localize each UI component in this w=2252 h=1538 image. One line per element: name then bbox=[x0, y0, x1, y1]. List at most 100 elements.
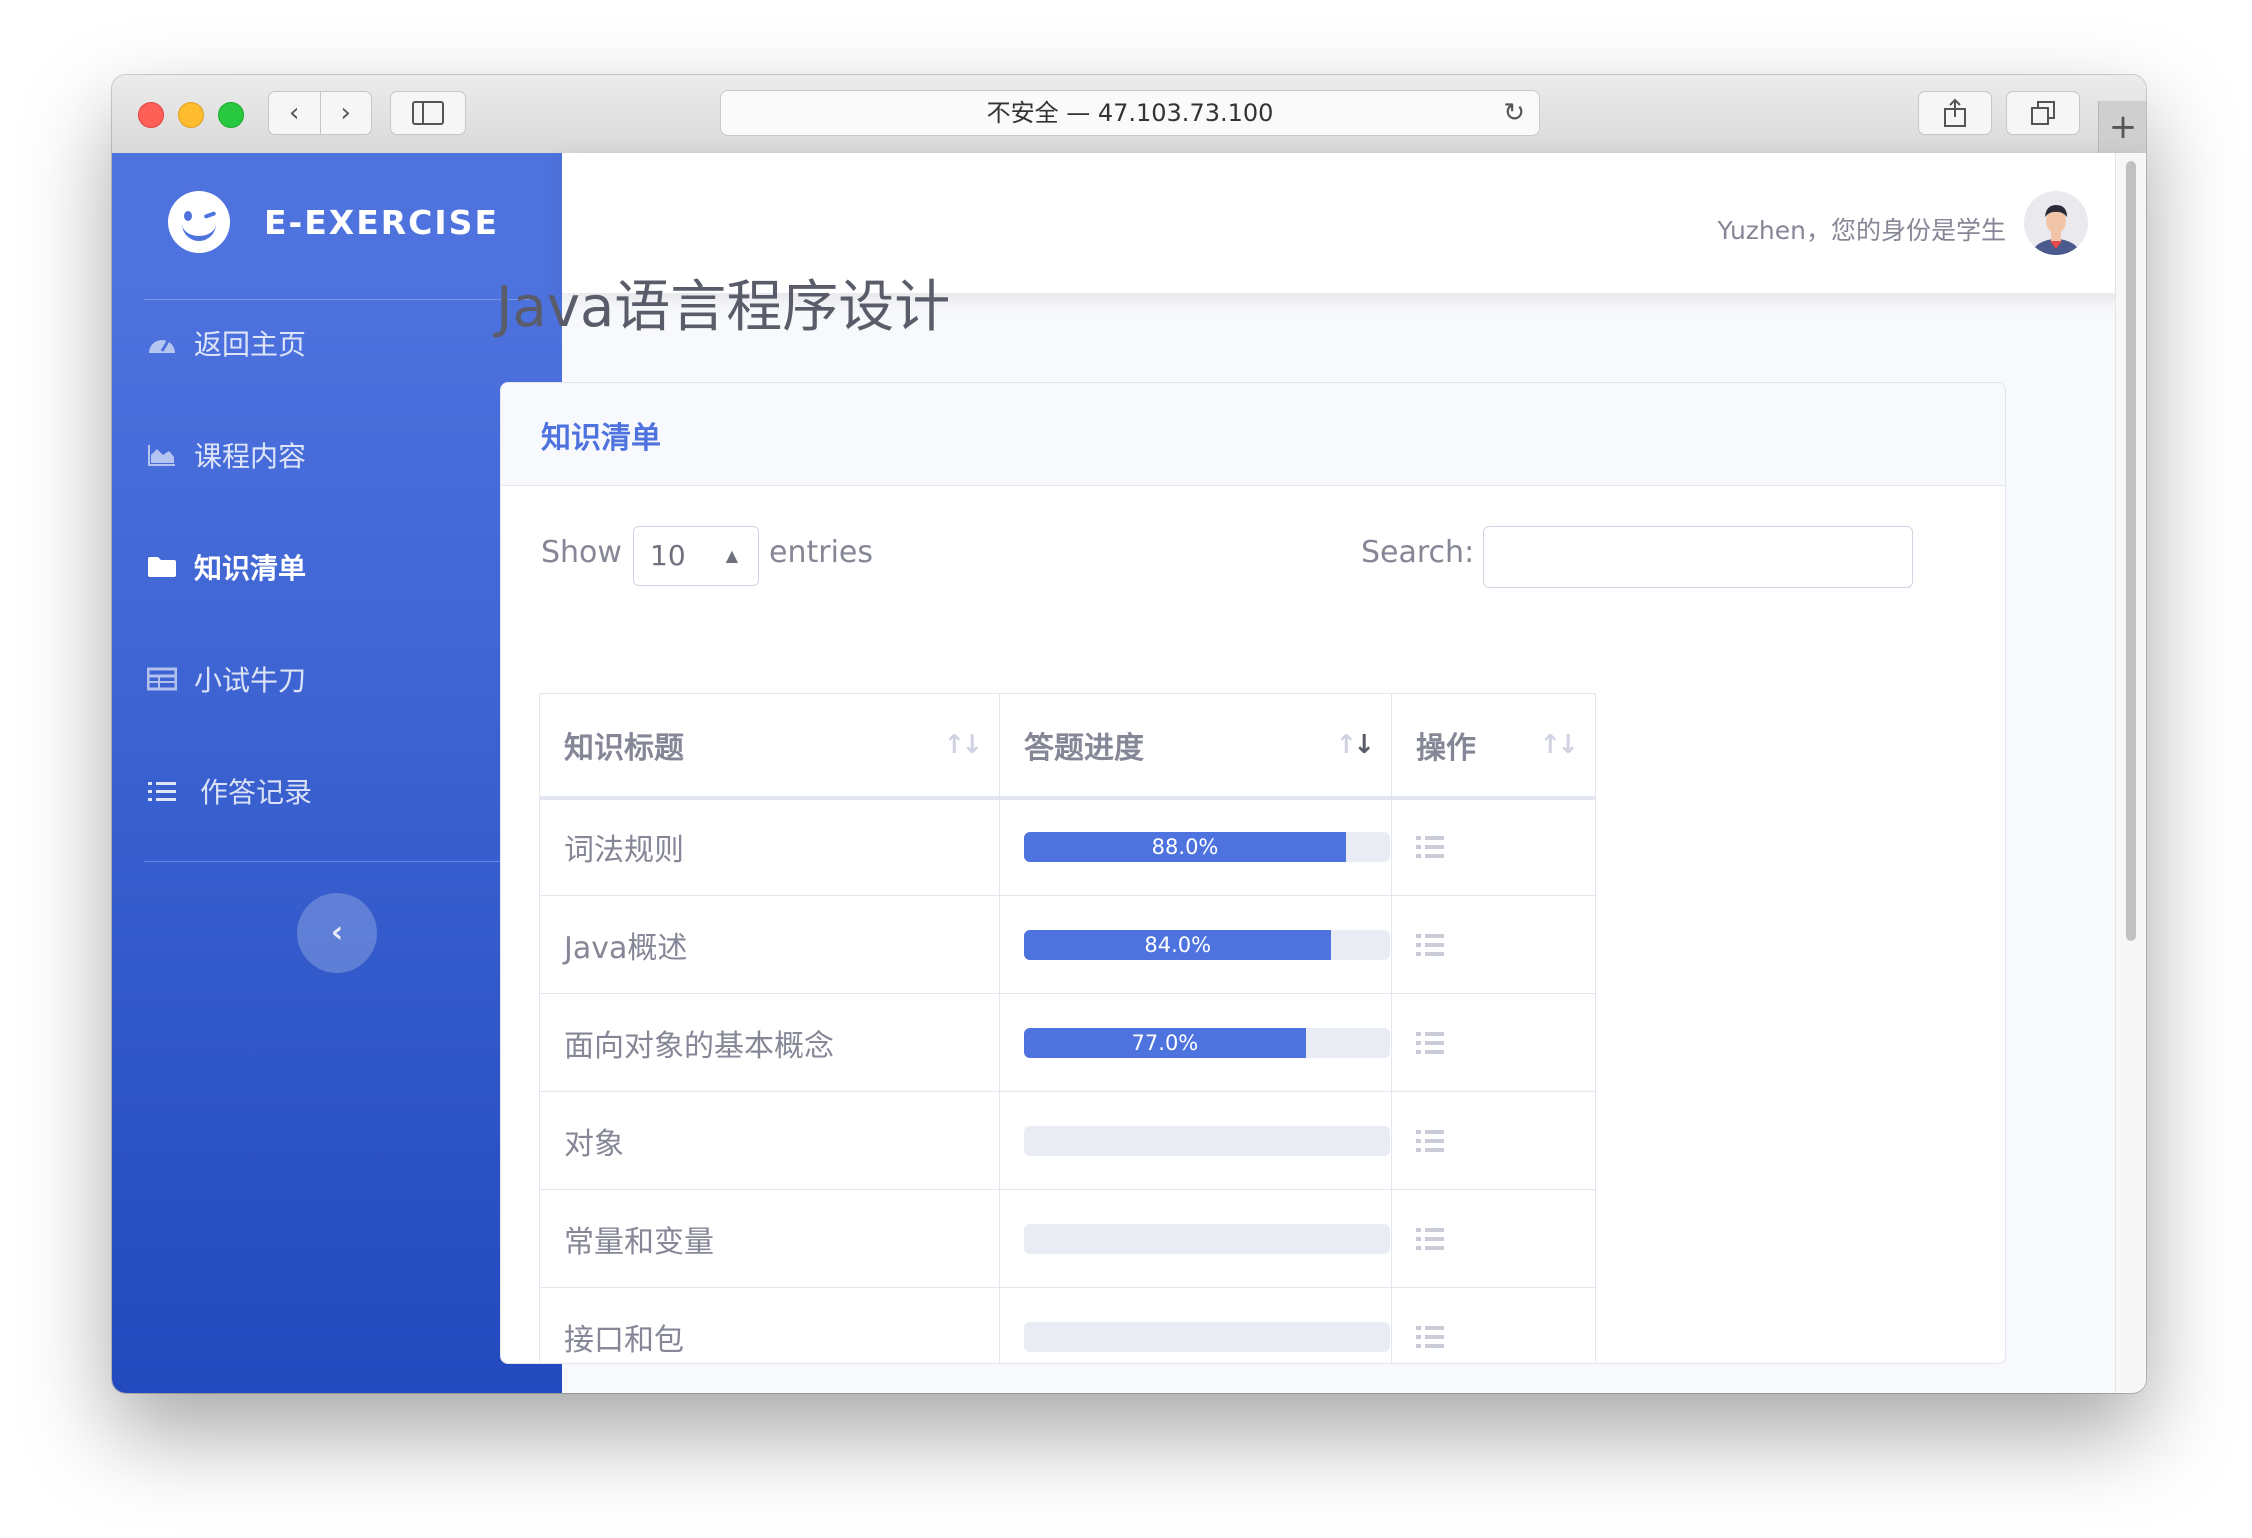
knowledge-table: 知识标题 ↑↓ 答题进度 ↑↓ 操作 ↑↓ 词法规则 88.0% Java概述 84.… bbox=[539, 693, 1596, 1363]
knowledge-title-cell: 面向对象的基本概念 bbox=[539, 993, 1000, 1092]
sort-icon: ↑↓ bbox=[1539, 730, 1579, 760]
table-row: 常量和变量 bbox=[539, 1189, 1596, 1288]
progress-cell bbox=[999, 1091, 1392, 1190]
progress-fill: 88.0% bbox=[1024, 832, 1347, 863]
user-greeting[interactable]: Yuzhen，您的身份是学生 bbox=[1718, 211, 2006, 247]
sidebar-item-label: 作答记录 bbox=[200, 776, 313, 809]
entries-label: entries bbox=[769, 535, 873, 570]
progress-fill: 84.0% bbox=[1024, 929, 1332, 960]
table-icon bbox=[146, 665, 178, 693]
show-sidebar-button[interactable] bbox=[390, 91, 466, 135]
progress-bar: 84.0% bbox=[1024, 929, 1390, 960]
progress-cell bbox=[999, 1287, 1392, 1363]
zoom-window-button[interactable] bbox=[218, 102, 244, 128]
user-avatar-icon bbox=[2032, 205, 2080, 255]
knowledge-title-cell: 接口和包 bbox=[539, 1287, 1000, 1363]
knowledge-title-cell: 对象 bbox=[539, 1091, 1000, 1190]
column-header-progress[interactable]: 答题进度 ↑↓ bbox=[999, 693, 1392, 800]
sidebar-collapse-button[interactable]: ‹ bbox=[297, 893, 377, 973]
details-list-icon[interactable] bbox=[1416, 1129, 1444, 1152]
brand-name: E-EXERCISE bbox=[264, 202, 499, 242]
minimize-window-button[interactable] bbox=[178, 102, 204, 128]
share-icon bbox=[1944, 98, 1966, 127]
progress-cell: 84.0% bbox=[999, 895, 1392, 994]
area-chart-icon bbox=[146, 441, 178, 469]
sort-icon: ↑↓ bbox=[943, 730, 983, 760]
sidebar-item-label: 返回主页 bbox=[194, 328, 307, 361]
avatar[interactable] bbox=[2024, 191, 2088, 255]
actions-cell bbox=[1391, 993, 1596, 1092]
share-button[interactable] bbox=[1918, 91, 1992, 135]
sidebar-item-label: 课程内容 bbox=[194, 440, 307, 473]
progress-bar bbox=[1024, 1321, 1390, 1352]
column-header-title[interactable]: 知识标题 ↑↓ bbox=[539, 693, 1000, 800]
reload-icon[interactable]: ↻ bbox=[1503, 91, 1525, 135]
details-list-icon[interactable] bbox=[1416, 1325, 1444, 1348]
card-title: 知识清单 bbox=[541, 421, 661, 456]
history-nav: ‹ › bbox=[268, 91, 372, 135]
page-scrollbar[interactable] bbox=[2115, 153, 2146, 1393]
address-bar[interactable]: 不安全 — 47.103.73.100 ↻ bbox=[720, 90, 1540, 136]
folder-icon bbox=[146, 553, 178, 581]
table-row: Java概述 84.0% bbox=[539, 895, 1596, 994]
knowledge-title-cell: Java概述 bbox=[539, 895, 1000, 994]
url-text: 不安全 — 47.103.73.100 bbox=[986, 99, 1274, 127]
progress-bar bbox=[1024, 1223, 1390, 1254]
close-window-button[interactable] bbox=[138, 102, 164, 128]
actions-cell bbox=[1391, 1287, 1596, 1363]
progress-bar: 77.0% bbox=[1024, 1027, 1390, 1058]
progress-bar: 88.0% bbox=[1024, 832, 1390, 863]
sidebar-item-home[interactable]: 返回主页 bbox=[146, 303, 306, 383]
progress-cell: 88.0% bbox=[999, 797, 1392, 896]
sidebar-item-answer-records[interactable]: 作答记录 bbox=[146, 751, 312, 831]
column-header-actions[interactable]: 操作 ↑↓ bbox=[1391, 693, 1596, 800]
search-label: Search: bbox=[1361, 535, 1475, 570]
table-row: 面向对象的基本概念 77.0% bbox=[539, 993, 1596, 1092]
new-tab-button[interactable]: + bbox=[2098, 101, 2146, 153]
card-header bbox=[501, 383, 2005, 486]
tachometer-icon bbox=[146, 329, 178, 357]
actions-cell bbox=[1391, 895, 1596, 994]
progress-cell: 77.0% bbox=[999, 993, 1392, 1092]
progress-cell bbox=[999, 1189, 1392, 1288]
table-row: 接口和包 bbox=[539, 1287, 1596, 1363]
sidebar-divider bbox=[144, 861, 530, 862]
smile-wink-icon bbox=[168, 191, 230, 253]
entries-per-page-value: 10 bbox=[650, 539, 686, 572]
sidebar-item-practice[interactable]: 小试牛刀 bbox=[146, 639, 306, 719]
details-list-icon[interactable] bbox=[1416, 1031, 1444, 1054]
details-list-icon[interactable] bbox=[1416, 933, 1444, 956]
sidebar-item-course-content[interactable]: 课程内容 bbox=[146, 415, 306, 495]
details-list-icon[interactable] bbox=[1416, 1227, 1444, 1250]
actions-cell bbox=[1391, 797, 1596, 896]
details-list-icon[interactable] bbox=[1416, 836, 1444, 859]
progress-fill: 77.0% bbox=[1024, 1027, 1306, 1058]
list-icon bbox=[146, 777, 178, 805]
sidebar-icon bbox=[412, 101, 444, 125]
sidebar-item-label: 小试牛刀 bbox=[194, 664, 307, 697]
knowledge-title-cell: 常量和变量 bbox=[539, 1189, 1000, 1288]
brand[interactable]: E-EXERCISE bbox=[168, 191, 499, 253]
knowledge-list-card: 知识清单 Show 10 ▲ entries Search: 知识标题 ↑↓ 答… bbox=[500, 382, 2006, 1364]
sidebar: E-EXERCISE 返回主页 课程内容 知识清单 小试牛刀 作答记录 ‹ bbox=[112, 153, 562, 1393]
select-arrows-icon: ▲ bbox=[725, 546, 738, 565]
show-tabs-button[interactable] bbox=[2006, 91, 2080, 135]
sidebar-item-knowledge-list[interactable]: 知识清单 bbox=[146, 527, 306, 607]
forward-button[interactable]: › bbox=[321, 92, 372, 134]
progress-bar bbox=[1024, 1125, 1390, 1156]
actions-cell bbox=[1391, 1189, 1596, 1288]
browser-titlebar: ‹ › 不安全 — 47.103.73.100 ↻ + bbox=[112, 75, 2146, 154]
sidebar-divider bbox=[144, 299, 530, 300]
back-button[interactable]: ‹ bbox=[269, 92, 321, 134]
page-title: Java语言程序设计 bbox=[496, 275, 951, 340]
actions-cell bbox=[1391, 1091, 1596, 1190]
knowledge-title-cell: 词法规则 bbox=[539, 797, 1000, 896]
sort-desc-icon: ↑↓ bbox=[1335, 730, 1375, 760]
entries-per-page-select[interactable]: 10 ▲ bbox=[633, 526, 759, 586]
table-row: 对象 bbox=[539, 1091, 1596, 1190]
table-row: 词法规则 88.0% bbox=[539, 797, 1596, 896]
show-label: Show bbox=[541, 535, 622, 570]
scrollbar-thumb[interactable] bbox=[2126, 161, 2136, 941]
search-input[interactable] bbox=[1483, 526, 1913, 588]
sidebar-item-label: 知识清单 bbox=[194, 552, 307, 585]
